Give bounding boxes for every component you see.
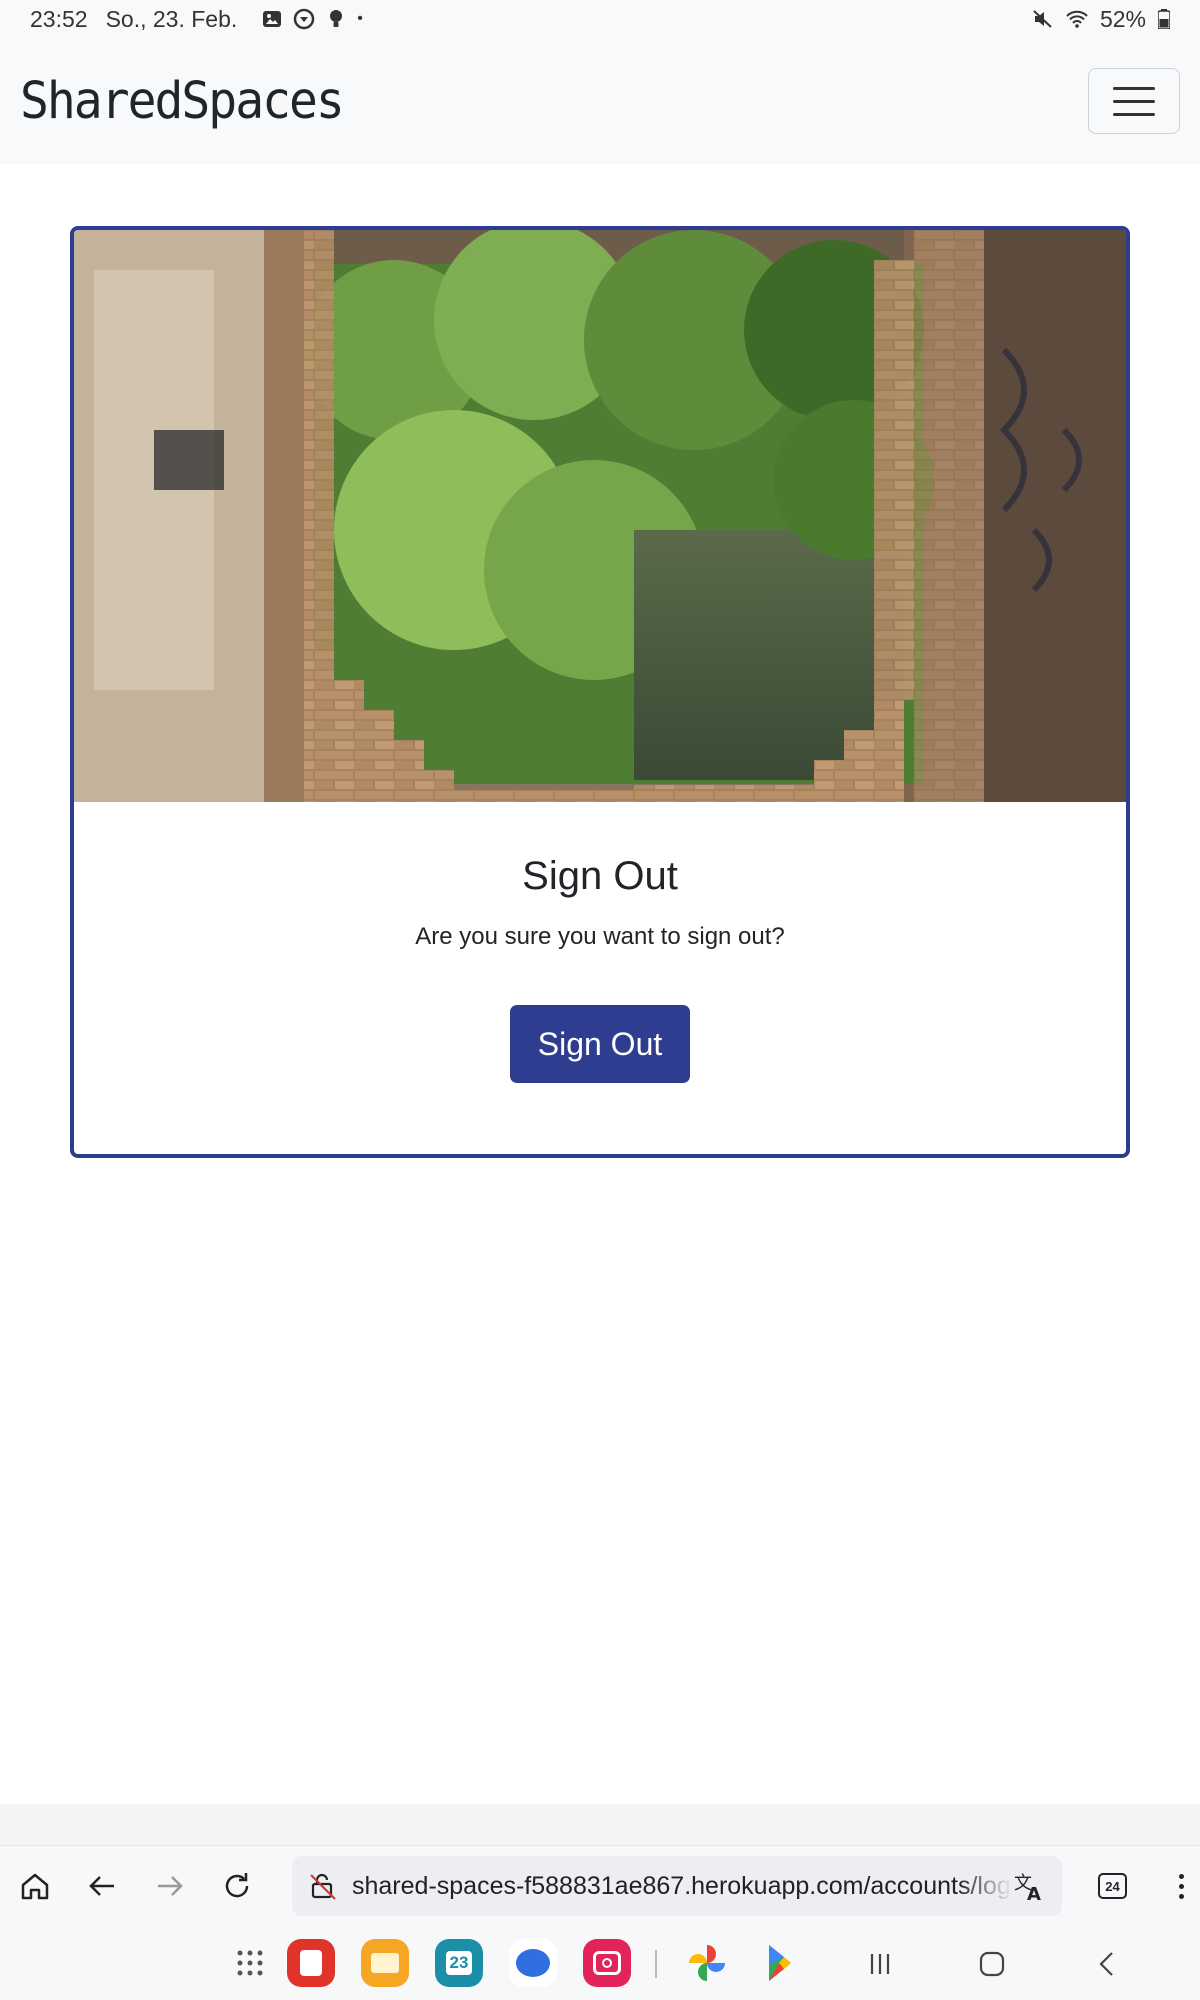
browser-toolbar: shared-spaces-f588831ae867.herokuapp.com… (0, 1846, 1200, 1926)
messages-app-icon[interactable] (509, 1939, 557, 1987)
battery-percent: 52% (1099, 5, 1146, 32)
status-bar: 23:52 So., 23. Feb. • 52% (0, 0, 1200, 38)
card-body: Sign Out Are you sure you want to sign o… (74, 802, 1126, 1083)
screen-recorder-icon (294, 8, 315, 30)
battery-icon (1158, 9, 1170, 29)
sign-out-button[interactable]: Sign Out (510, 1005, 690, 1083)
home-icon (21, 1873, 48, 1900)
back-nav-icon[interactable] (1094, 1950, 1122, 1978)
tabs-button[interactable]: 24 (1098, 1873, 1127, 1899)
status-date: So., 23. Feb. (105, 5, 238, 32)
svg-text:A: A (1027, 1884, 1041, 1903)
system-dock: 23 (0, 1926, 1200, 2000)
forward-button[interactable] (151, 1865, 189, 1907)
bulb-icon (330, 10, 343, 27)
notes-app-icon[interactable] (287, 1939, 335, 1987)
calendar-app-icon[interactable]: 23 (435, 1939, 483, 1987)
url-text: shared-spaces-f588831ae867.herokuapp.com… (352, 1871, 1012, 1900)
recents-icon[interactable] (866, 1950, 894, 1978)
camera-app-icon[interactable] (583, 1939, 631, 1987)
wifi-icon (1066, 10, 1088, 28)
navbar: SharedSpaces (0, 38, 1200, 164)
reload-button[interactable] (219, 1865, 257, 1907)
url-bar[interactable]: shared-spaces-f588831ae867.herokuapp.com… (292, 1856, 1062, 1916)
back-button[interactable] (84, 1865, 122, 1907)
insecure-lock-icon (310, 1873, 336, 1900)
back-icon (89, 1876, 115, 1896)
card-text: Are you sure you want to sign out? (415, 923, 785, 950)
files-app-icon[interactable] (361, 1939, 409, 1987)
translate-icon[interactable]: 文A (1012, 1869, 1046, 1903)
forward-icon (157, 1876, 183, 1896)
photos-app-icon[interactable] (683, 1939, 731, 1987)
status-dot: • (357, 10, 363, 27)
reload-icon (226, 1873, 249, 1898)
hamburger-menu-icon (1113, 86, 1155, 90)
mute-icon (1033, 10, 1052, 28)
navbar-toggler-button[interactable] (1088, 68, 1180, 134)
hamburger-line (1113, 99, 1155, 103)
app-drawer-icon[interactable] (226, 1939, 274, 1987)
dock-divider (655, 1950, 657, 1978)
hero-image (74, 230, 1126, 802)
card-title: Sign Out (522, 854, 678, 898)
home-button[interactable] (16, 1865, 54, 1907)
more-icon (1179, 1873, 1184, 1879)
gallery-icon (263, 11, 282, 27)
hamburger-line (1113, 112, 1155, 116)
status-time: 23:52 (30, 5, 88, 32)
browser-bottom-spacer (0, 1804, 1200, 1846)
calendar-day: 23 (445, 1951, 473, 1975)
play-store-icon[interactable] (757, 1939, 805, 1987)
signout-card: Sign Out Are you sure you want to sign o… (70, 226, 1130, 1158)
more-menu-button[interactable] (1179, 1873, 1184, 1899)
home-nav-icon[interactable] (978, 1950, 1006, 1978)
brand-link[interactable]: SharedSpaces (20, 72, 345, 131)
